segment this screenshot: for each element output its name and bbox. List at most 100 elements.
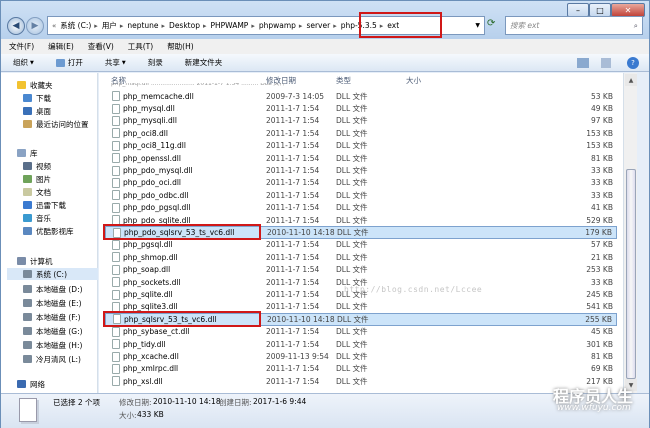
- nav-recent[interactable]: 最近访问的位置: [23, 118, 89, 130]
- nav-network[interactable]: 网络: [17, 378, 45, 390]
- breadcrumb-phpwamp-upper[interactable]: PHPWAMP: [211, 21, 249, 30]
- file-date: 2010-11-10 14:18: [267, 228, 335, 238]
- breadcrumb-desktop[interactable]: Desktop: [169, 21, 200, 30]
- menu-help[interactable]: 帮助(H): [167, 41, 194, 52]
- file-size: 41 KB: [591, 203, 613, 213]
- table-row[interactable]: php_shmop.dll 2011-1-7 1:54 DLL 文件 21 KB: [105, 251, 617, 263]
- file-name: php_mysql.dll: [123, 104, 175, 114]
- table-row[interactable]: php_pdo_pgsql.dll 2011-1-7 1:54 DLL 文件 41 K…: [105, 202, 617, 214]
- nav-favorites[interactable]: 收藏夹: [17, 79, 53, 91]
- file-date: 2011-1-7 1:54: [266, 153, 320, 163]
- close-button[interactable]: ✕: [611, 3, 645, 17]
- nav-drive-l[interactable]: 冷月清风 (L:): [23, 353, 81, 365]
- minimize-button[interactable]: –: [567, 3, 589, 17]
- breadcrumb-phpwamp[interactable]: phpwamp: [259, 21, 296, 30]
- share-button[interactable]: 共享 ▼: [105, 57, 126, 68]
- table-row[interactable]: php_xmlrpc.dll 2011-1-7 1:54 DLL 文件 69 KB: [105, 363, 617, 375]
- burn-button[interactable]: 刻录: [148, 57, 163, 68]
- menu-edit[interactable]: 编辑(E): [48, 41, 74, 52]
- table-row[interactable]: php_mysqli.dll 2011-1-7 1:54 DLL 文件 97 KB: [105, 115, 617, 127]
- file-name: php_mysqli.dll: [123, 116, 177, 126]
- forward-button[interactable]: ▶: [26, 17, 44, 35]
- file-type: DLL 文件: [336, 215, 368, 225]
- dll-file-icon: [112, 326, 120, 337]
- nav-thunder-downloads[interactable]: 迅雷下载: [23, 199, 66, 211]
- file-date: 2010-11-10 14:18: [267, 314, 335, 324]
- file-name: php_pdo_oci.dll: [123, 178, 181, 188]
- table-row[interactable]: php_pdo_oci.dll 2011-1-7 1:54 DLL 文件 33 KB: [105, 177, 617, 189]
- menu-file[interactable]: 文件(F): [9, 41, 34, 52]
- nav-drive-f[interactable]: 本地磁盘 (F:): [23, 311, 81, 323]
- file-type: DLL 文件: [336, 339, 368, 349]
- nav-drive-c[interactable]: 系统 (C:): [7, 268, 98, 280]
- created-label: 创建日期:: [219, 398, 252, 407]
- scroll-up-icon[interactable]: ▲: [625, 74, 637, 86]
- back-button[interactable]: ◀: [7, 17, 25, 35]
- view-options-icon[interactable]: [577, 58, 589, 68]
- nav-desktop[interactable]: 桌面: [23, 105, 51, 117]
- dll-file-icon: [112, 202, 120, 213]
- file-name: php_sqlite.dll: [123, 290, 173, 300]
- table-row[interactable]: php_xcache.dll 2009-11-13 9:54 DLL 文件 81 KB: [105, 350, 617, 362]
- nav-drive-h[interactable]: 本地磁盘 (H:): [23, 339, 82, 351]
- table-row[interactable]: php_memcache.dll 2009-7-3 14:05 DLL 文件 53 K…: [105, 90, 617, 102]
- brand-url: www.wfuyu.com: [557, 403, 631, 413]
- drive-icon: [23, 355, 32, 363]
- menu-view[interactable]: 查看(V): [88, 41, 114, 52]
- refresh-icon[interactable]: ⟳: [487, 18, 495, 29]
- search-icon[interactable]: ⌕: [634, 21, 638, 31]
- nav-downloads[interactable]: 下载: [23, 92, 51, 104]
- table-row[interactable]: php_mysql.dll 2011-1-7 1:54 DLL 文件 49 KB: [105, 102, 617, 114]
- nav-drive-e[interactable]: 本地磁盘 (E:): [23, 297, 82, 309]
- dll-file-icon: [112, 264, 120, 275]
- vertical-scrollbar[interactable]: ▲ ▼: [623, 73, 637, 393]
- table-row[interactable]: php_pgsql.dll 2011-1-7 1:54 DLL 文件 57 KB: [105, 239, 617, 251]
- nav-documents[interactable]: 文档: [23, 186, 51, 198]
- file-name: php_sqlite3.dll: [123, 302, 178, 312]
- maximize-button[interactable]: □: [589, 3, 611, 17]
- dll-file-icon: [112, 289, 120, 300]
- file-size: 49 KB: [591, 104, 613, 114]
- new-folder-button[interactable]: 新建文件夹: [185, 57, 223, 68]
- file-date: 2011-1-7 1:54: [266, 203, 320, 213]
- nav-drive-d[interactable]: 本地磁盘 (D:): [23, 283, 83, 295]
- nav-youku[interactable]: 优酷影视库: [23, 225, 74, 237]
- table-row[interactable]: php_openssl.dll 2011-1-7 1:54 DLL 文件 81 KB: [105, 152, 617, 164]
- breadcrumb-server[interactable]: server: [306, 21, 330, 30]
- table-row[interactable]: php_soap.dll 2011-1-7 1:54 DLL 文件 253 KB: [105, 264, 617, 276]
- chevron-down-icon[interactable]: ▼: [475, 22, 480, 29]
- dll-file-icon: [112, 91, 120, 102]
- nav-drive-g[interactable]: 本地磁盘 (G:): [23, 325, 83, 337]
- scroll-thumb[interactable]: [626, 169, 636, 379]
- table-row[interactable]: php_pdo_mysql.dll 2011-1-7 1:54 DLL 文件 33 K…: [105, 164, 617, 176]
- file-size: 57 KB: [591, 240, 613, 250]
- open-button[interactable]: 打开: [55, 57, 83, 68]
- nav-libraries[interactable]: 库: [17, 147, 38, 159]
- preview-pane-icon[interactable]: [601, 58, 611, 68]
- selection-count: 已选择 2 个项: [53, 398, 101, 407]
- table-row[interactable]: php_tidy.dll 2011-1-7 1:54 DLL 文件 301 KB: [105, 338, 617, 350]
- nav-videos[interactable]: 视频: [23, 160, 51, 172]
- table-row[interactable]: php_sybase_ct.dll 2011-1-7 1:54 DLL 文件 45 K…: [105, 326, 617, 338]
- pictures-icon: [23, 175, 32, 183]
- menu-tools[interactable]: 工具(T): [128, 41, 153, 52]
- table-row[interactable]: php_pdo_odbc.dll 2011-1-7 1:54 DLL 文件 33 KB: [105, 189, 617, 201]
- file-size: 153 KB: [586, 141, 613, 151]
- help-icon[interactable]: ?: [627, 57, 639, 69]
- search-input[interactable]: 搜索 ext ⌕: [505, 16, 643, 35]
- organize-button[interactable]: 组织 ▼: [13, 57, 34, 68]
- modified-value: 2010-11-10 14:18: [153, 397, 221, 406]
- size-value: 433 KB: [137, 410, 164, 419]
- breadcrumb-users[interactable]: 用户: [102, 20, 117, 31]
- nav-pictures[interactable]: 图片: [23, 173, 51, 185]
- nav-music[interactable]: 音乐: [23, 212, 51, 224]
- file-size: 33 KB: [591, 190, 613, 200]
- table-row[interactable]: php_xsl.dll 2011-1-7 1:54 DLL 文件 217 KB: [105, 375, 617, 387]
- breadcrumb-neptune[interactable]: neptune: [127, 21, 158, 30]
- dll-file-icon: [112, 239, 120, 250]
- breadcrumb-c-drive[interactable]: 系统 (C:): [60, 20, 91, 31]
- table-row[interactable]: php_oci8.dll 2011-1-7 1:54 DLL 文件 153 KB: [105, 127, 617, 139]
- table-row[interactable]: php_oci8_11g.dll 2011-1-7 1:54 DLL 文件 153 K…: [105, 140, 617, 152]
- watermark-text: http://blog.csdn.net/Lccee: [344, 285, 483, 294]
- nav-computer[interactable]: 计算机: [17, 255, 53, 267]
